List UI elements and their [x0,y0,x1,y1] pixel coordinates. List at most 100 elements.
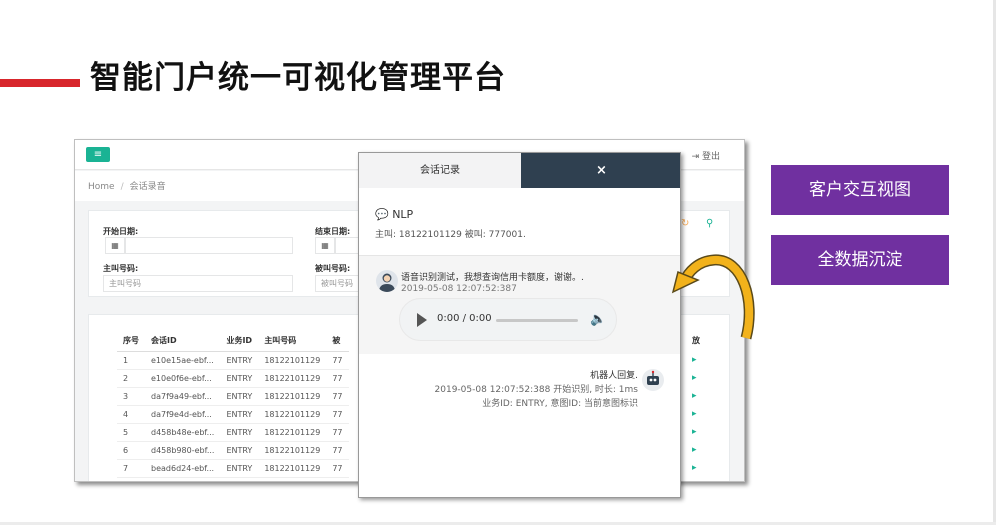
cell-caller: 18122101129 [258,459,327,478]
called-label: 被叫号码: [315,264,351,273]
cell-session-id: e10e15ae-ebf... [145,351,221,370]
cell-session-id: da7f9e4d-ebf... [145,405,221,424]
cell-called: 77 [326,351,349,370]
end-date-label: 结束日期: [315,227,351,236]
curved-arrow-icon [671,254,755,340]
cell-business-id: ENTRY [220,405,259,424]
title-accent-bar [0,79,80,87]
refresh-icon[interactable]: ↻ [681,218,689,229]
cell-session-id: bead6d24-ebf... [145,459,221,478]
play-row-icon[interactable]: ▸ [692,369,718,387]
col-header-business-id: 业务ID [220,331,259,352]
table-row[interactable]: 7 bead6d24-ebf... ENTRY 18122101129 77 [117,459,349,478]
col-header-called: 被 [326,331,349,352]
cell-caller: 18122101129 [258,423,327,442]
cell-called: 77 [326,369,349,388]
breadcrumb-home[interactable]: Home [88,182,115,192]
cell-business-id: ENTRY [220,459,259,478]
audio-progress-bar[interactable] [496,319,578,322]
table-row[interactable]: 2 e10e0f6e-ebf... ENTRY 18122101129 77 [117,369,349,388]
slide-title: 智能门户统一可视化管理平台 [90,60,506,96]
cell-business-id: ENTRY [220,441,259,460]
cell-index: 5 [117,423,145,442]
play-icon[interactable] [417,313,427,327]
chat-icon: 💬 [375,208,389,221]
table-row[interactable]: 6 d458b980-ebf... ENTRY 18122101129 77 [117,441,349,460]
nlp-title-text: NLP [392,208,414,221]
cell-index: 4 [117,405,145,424]
caller-label: 主叫号码: [103,264,139,273]
cell-caller: 18122101129 [258,405,327,424]
bot-reply-time: 2019-05-08 12:07:52:388 开始识别, 时长: 1ms [434,385,638,395]
close-button[interactable]: × [521,153,680,188]
table-header-row: 序号 会话ID 业务ID 主叫号码 被 [117,331,349,352]
col-header-index: 序号 [117,331,145,352]
full-data-storage-button[interactable]: 全数据沉淀 [771,235,949,285]
cell-called: 77 [326,441,349,460]
caller-input[interactable]: 主叫号码 [103,275,293,292]
table-row[interactable]: 5 d458b48e-ebf... ENTRY 18122101129 77 [117,423,349,442]
cell-business-id: ENTRY [220,369,259,388]
play-row-icon[interactable]: ▸ [692,441,718,459]
play-row-icon[interactable]: ▸ [692,405,718,423]
cell-business-id: ENTRY [220,351,259,370]
cell-caller: 18122101129 [258,387,327,406]
cell-session-id: e10e0f6e-ebf... [145,369,221,388]
play-row-icon[interactable]: ▸ [692,459,718,477]
logout-label: 登出 [701,152,720,162]
menu-toggle-button[interactable]: ≡ [86,147,110,162]
cell-index: 3 [117,387,145,406]
search-icon[interactable]: ⚲ [706,218,713,229]
robot-avatar-icon [642,369,664,391]
cell-index: 6 [117,441,145,460]
tab-conversation-record[interactable]: 会话记录 [359,153,521,188]
cell-caller: 18122101129 [258,369,327,388]
caller-info: 主叫: 18122101129 被叫: 777001. [375,230,526,240]
bot-reply-label: 机器人回复. [590,371,638,381]
play-row-icon[interactable]: ▸ [692,351,718,369]
start-date-input[interactable] [125,237,293,254]
cell-index: 2 [117,369,145,388]
bot-reply-meta: 业务ID: ENTRY, 意图ID: 当前意图标识 [482,399,638,409]
cell-index: 1 [117,351,145,370]
audio-time: 0:00 / 0:00 [437,313,492,324]
cell-business-id: ENTRY [220,387,259,406]
logout-icon: ⇥ [691,152,700,162]
cell-session-id: d458b48e-ebf... [145,423,221,442]
table-row[interactable]: 1 e10e15ae-ebf... ENTRY 18122101129 77 [117,351,349,370]
play-row-icon[interactable]: ▸ [692,423,718,441]
cell-called: 77 [326,423,349,442]
col-header-caller: 主叫号码 [258,331,327,352]
cell-called: 77 [326,459,349,478]
table-row[interactable]: 4 da7f9e4d-ebf... ENTRY 18122101129 77 [117,405,349,424]
conversation-modal: 会话记录 × 💬 NLP 主叫: 18122101129 被叫: 777001.… [358,152,681,498]
user-message-time: 2019-05-08 12:07:52:387 [401,284,517,294]
user-avatar-icon [376,270,398,292]
logout-link[interactable]: ⇥ 登出 [692,149,720,162]
user-message-text: 语音识别测试，我想查询信用卡额度，谢谢。. [401,273,584,283]
col-header-session-id: 会话ID [145,331,221,352]
cell-caller: 18122101129 [258,441,327,460]
audio-player[interactable]: 0:00 / 0:00 🔈 [399,298,617,341]
play-column: 放 ▸ ▸ ▸ ▸ ▸ ▸ ▸ [692,331,718,477]
breadcrumb-current: 会话录音 [129,182,166,192]
cell-session-id: d458b980-ebf... [145,441,221,460]
breadcrumb: Home / 会话录音 [88,179,166,192]
nlp-heading: 💬 NLP [375,208,413,221]
cell-called: 77 [326,405,349,424]
table-row[interactable]: 3 da7f9a49-ebf... ENTRY 18122101129 77 [117,387,349,406]
breadcrumb-separator: / [120,182,124,192]
cell-called: 77 [326,387,349,406]
user-message: 语音识别测试，我想查询信用卡额度，谢谢。. 2019-05-08 12:07:5… [359,256,680,354]
customer-interaction-view-button[interactable]: 客户交互视图 [771,165,949,215]
volume-icon[interactable]: 🔈 [590,312,606,327]
calendar-icon[interactable]: ▦ [315,237,335,254]
cell-business-id: ENTRY [220,423,259,442]
start-date-label: 开始日期: [103,227,139,236]
play-row-icon[interactable]: ▸ [692,387,718,405]
cell-caller: 18122101129 [258,351,327,370]
calendar-icon[interactable]: ▦ [105,237,125,254]
records-table: 序号 会话ID 业务ID 主叫号码 被 1 e10e15ae-ebf... ENTR… [117,331,349,478]
cell-index: 7 [117,459,145,478]
cell-session-id: da7f9a49-ebf... [145,387,221,406]
